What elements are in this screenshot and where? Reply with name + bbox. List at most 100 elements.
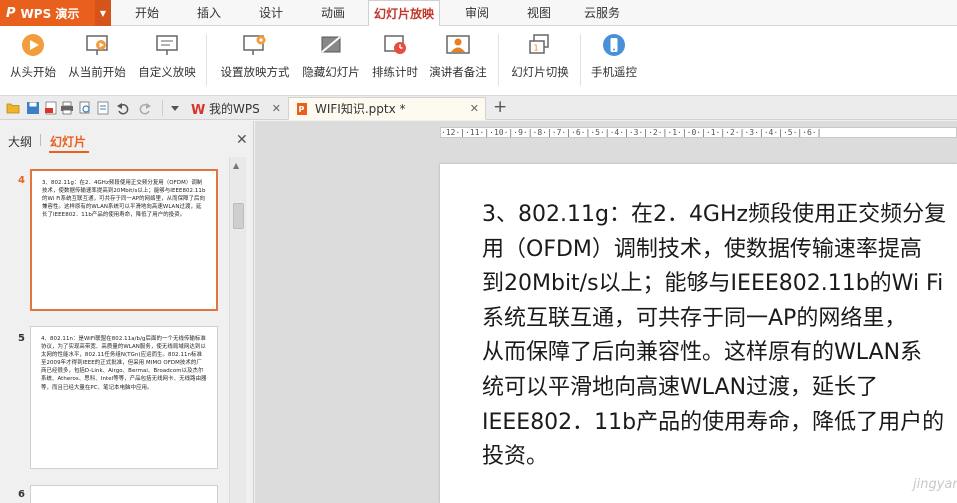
app-name: WPS 演示 — [20, 6, 80, 21]
ribbon-slideshow: 从头开始 从当前开始 自定义放映 设置放映方式 隐藏幻灯片 排练计时 演讲者备注… — [0, 26, 957, 96]
from-current-button[interactable]: 从当前开始 — [64, 32, 130, 90]
tab-insert[interactable]: 插入 — [188, 0, 230, 26]
slide-text-line: 系统互联互通，可共存于同一AP的网络里， — [482, 305, 907, 331]
custom-screen-icon — [154, 32, 180, 58]
slide-switch-label: 幻灯片切换 — [511, 65, 569, 79]
save-icon[interactable] — [26, 101, 40, 115]
app-menu-button[interactable]: P WPS 演示 — [0, 0, 95, 26]
slide-text-line: 从而保障了后向兼容性。这样原有的WLAN系 — [482, 340, 923, 366]
close-icon[interactable]: ✕ — [272, 102, 281, 115]
rehearse-timing-button[interactable]: 排练计时 — [368, 32, 422, 90]
slide-panel-scrollbar[interactable]: ▲ — [229, 157, 246, 503]
slide-number: 5 — [18, 333, 25, 344]
slide-text-line: 用（OFDM）调制技术，使数据传输速率提高 — [482, 236, 922, 262]
close-icon[interactable]: ✕ — [236, 132, 248, 148]
hide-slide-label: 隐藏幻灯片 — [302, 65, 360, 79]
slide-thumbnail-text: 3、802.11g：在2．4GHz频段使用正交频分复用（OFDM）调制技术，使数… — [42, 180, 206, 219]
menu-bar: P WPS 演示 ▼ 开始 插入 设计 动画 幻灯片放映 审阅 视图 云服务 — [0, 0, 957, 27]
pdf-export-icon[interactable] — [44, 101, 58, 115]
slide-panel-tabs: 大纲 幻灯片 ✕ — [0, 121, 254, 157]
slide-thumbnail-list[interactable]: 4 3、802.11g：在2．4GHz频段使用正交频分复用（OFDM）调制技术，… — [0, 157, 229, 503]
tab-my-wps[interactable]: W 我的WPS ✕ — [185, 97, 287, 120]
ribbon-separator — [580, 34, 581, 86]
tab-home[interactable]: 开始 — [126, 0, 168, 26]
slide-switch-button[interactable]: 1 幻灯片切换 — [506, 32, 574, 90]
screen-gear-icon — [242, 32, 268, 58]
slide-editor: ·12·|·11·|·10·|·9·|·8·|·7·|·6·|·5·|·4·|·… — [255, 121, 957, 503]
timer-icon — [382, 32, 408, 58]
close-icon[interactable]: ✕ — [470, 102, 479, 115]
print-preview-icon[interactable] — [78, 101, 92, 115]
undo-icon[interactable] — [116, 101, 130, 115]
tab-design[interactable]: 设计 — [250, 0, 292, 26]
slide-text-line: 统可以平滑地向高速WLAN过渡，延长了 — [482, 374, 879, 400]
hide-slide-button[interactable]: 隐藏幻灯片 — [298, 32, 364, 90]
tab-animation[interactable]: 动画 — [312, 0, 354, 26]
slide-thumbnail-5[interactable]: 4、802.11n：是WiFi联盟在802.11a/b/g后面的一个无线传输标准… — [30, 326, 218, 469]
remote-control-button[interactable]: 手机遥控 — [586, 32, 642, 90]
scrollbar-thumb[interactable] — [233, 203, 244, 229]
tab-slides[interactable]: 幻灯片 — [50, 133, 86, 150]
open-folder-icon[interactable] — [6, 101, 20, 115]
chevron-down-icon[interactable] — [168, 101, 182, 115]
format-painter-icon[interactable] — [96, 101, 110, 115]
rehearse-timing-label: 排练计时 — [372, 65, 418, 79]
custom-show-label: 自定义放映 — [138, 65, 196, 79]
panel-tab-separator — [40, 134, 41, 146]
tab-current-document-label: WIFI知识.pptx * — [315, 102, 406, 116]
active-tab-indicator — [49, 151, 89, 153]
new-tab-plus-icon[interactable]: + — [493, 97, 507, 117]
wps-w-icon: W — [191, 103, 205, 116]
svg-text:1: 1 — [534, 44, 539, 53]
from-start-label: 从头开始 — [10, 65, 56, 79]
remote-control-label: 手机遥控 — [591, 65, 637, 79]
tab-my-wps-label: 我的WPS — [209, 102, 260, 116]
slide-text-line: IEEE802．11b产品的使用寿命，降低了用户的 — [482, 409, 945, 435]
app-dropdown-icon[interactable]: ▼ — [95, 0, 111, 26]
slide-text-box[interactable]: 3、802.11g：在2．4GHz频段使用正交频分复 用（OFDM）调制技术，使… — [482, 198, 957, 475]
from-start-button[interactable]: 从头开始 — [6, 32, 60, 90]
tab-cloud[interactable]: 云服务 — [578, 0, 626, 26]
svg-text:P: P — [299, 105, 305, 114]
slide-thumbnail-text — [31, 486, 217, 502]
redo-icon[interactable] — [138, 101, 152, 115]
presenter-icon — [445, 32, 471, 58]
svg-text:W: W — [191, 103, 205, 116]
tab-view[interactable]: 视图 — [518, 0, 560, 26]
slide-switch-icon: 1 — [527, 32, 553, 58]
tab-outline[interactable]: 大纲 — [8, 133, 32, 150]
remote-icon — [601, 32, 627, 58]
screen-play-icon — [84, 32, 110, 58]
ruler-scale: ·12·|·11·|·10·|·9·|·8·|·7·|·6·|·5·|·4·|·… — [441, 128, 822, 137]
scroll-up-icon[interactable]: ▲ — [233, 161, 239, 170]
setup-show-label: 设置放映方式 — [220, 65, 290, 79]
setup-show-button[interactable]: 设置放映方式 — [216, 32, 294, 90]
tab-slideshow[interactable]: 幻灯片放映 — [368, 0, 440, 27]
horizontal-ruler: ·12·|·11·|·10·|·9·|·8·|·7·|·6·|·5·|·4·|·… — [440, 127, 957, 138]
print-icon[interactable] — [60, 101, 74, 115]
from-current-label: 从当前开始 — [68, 65, 126, 79]
ribbon-separator — [206, 34, 207, 86]
pptx-file-icon: P — [297, 102, 307, 115]
watermark-text: jingyan.baidu.com — [913, 477, 957, 492]
slide-number: 6 — [18, 489, 25, 500]
slide-thumbnail-6[interactable] — [30, 485, 218, 503]
slide-text-line: 到20Mbit/s以上；能够与IEEE802.11b的Wi Fi — [482, 271, 944, 297]
presenter-notes-label: 演讲者备注 — [429, 65, 487, 79]
wps-logo-icon: P — [6, 5, 16, 21]
slide-text-line: 投资。 — [482, 444, 549, 470]
hide-slide-icon — [318, 32, 344, 58]
slide-text-line: 3、802.11g：在2．4GHz频段使用正交频分复 — [482, 202, 947, 227]
play-icon — [20, 32, 46, 58]
qbar-separator — [162, 100, 163, 116]
slide-thumbnail-4[interactable]: 3、802.11g：在2．4GHz频段使用正交频分复用（OFDM）调制技术，使数… — [30, 169, 218, 311]
ribbon-separator — [498, 34, 499, 86]
custom-show-button[interactable]: 自定义放映 — [134, 32, 200, 90]
slide-panel: 大纲 幻灯片 ✕ 4 3、802.11g：在2．4GHz频段使用正交频分复用（O… — [0, 121, 254, 503]
tab-review[interactable]: 审阅 — [456, 0, 498, 26]
current-slide-canvas[interactable]: 3、802.11g：在2．4GHz频段使用正交频分复 用（OFDM）调制技术，使… — [440, 164, 957, 503]
tab-current-document[interactable]: P WIFI知识.pptx * ✕ — [288, 97, 486, 120]
slide-thumbnail-text: 4、802.11n：是WiFi联盟在802.11a/b/g后面的一个无线传输标准… — [41, 336, 207, 391]
quick-access-bar: W 我的WPS ✕ P WIFI知识.pptx * ✕ + — [0, 96, 957, 120]
presenter-notes-button[interactable]: 演讲者备注 — [426, 32, 490, 90]
